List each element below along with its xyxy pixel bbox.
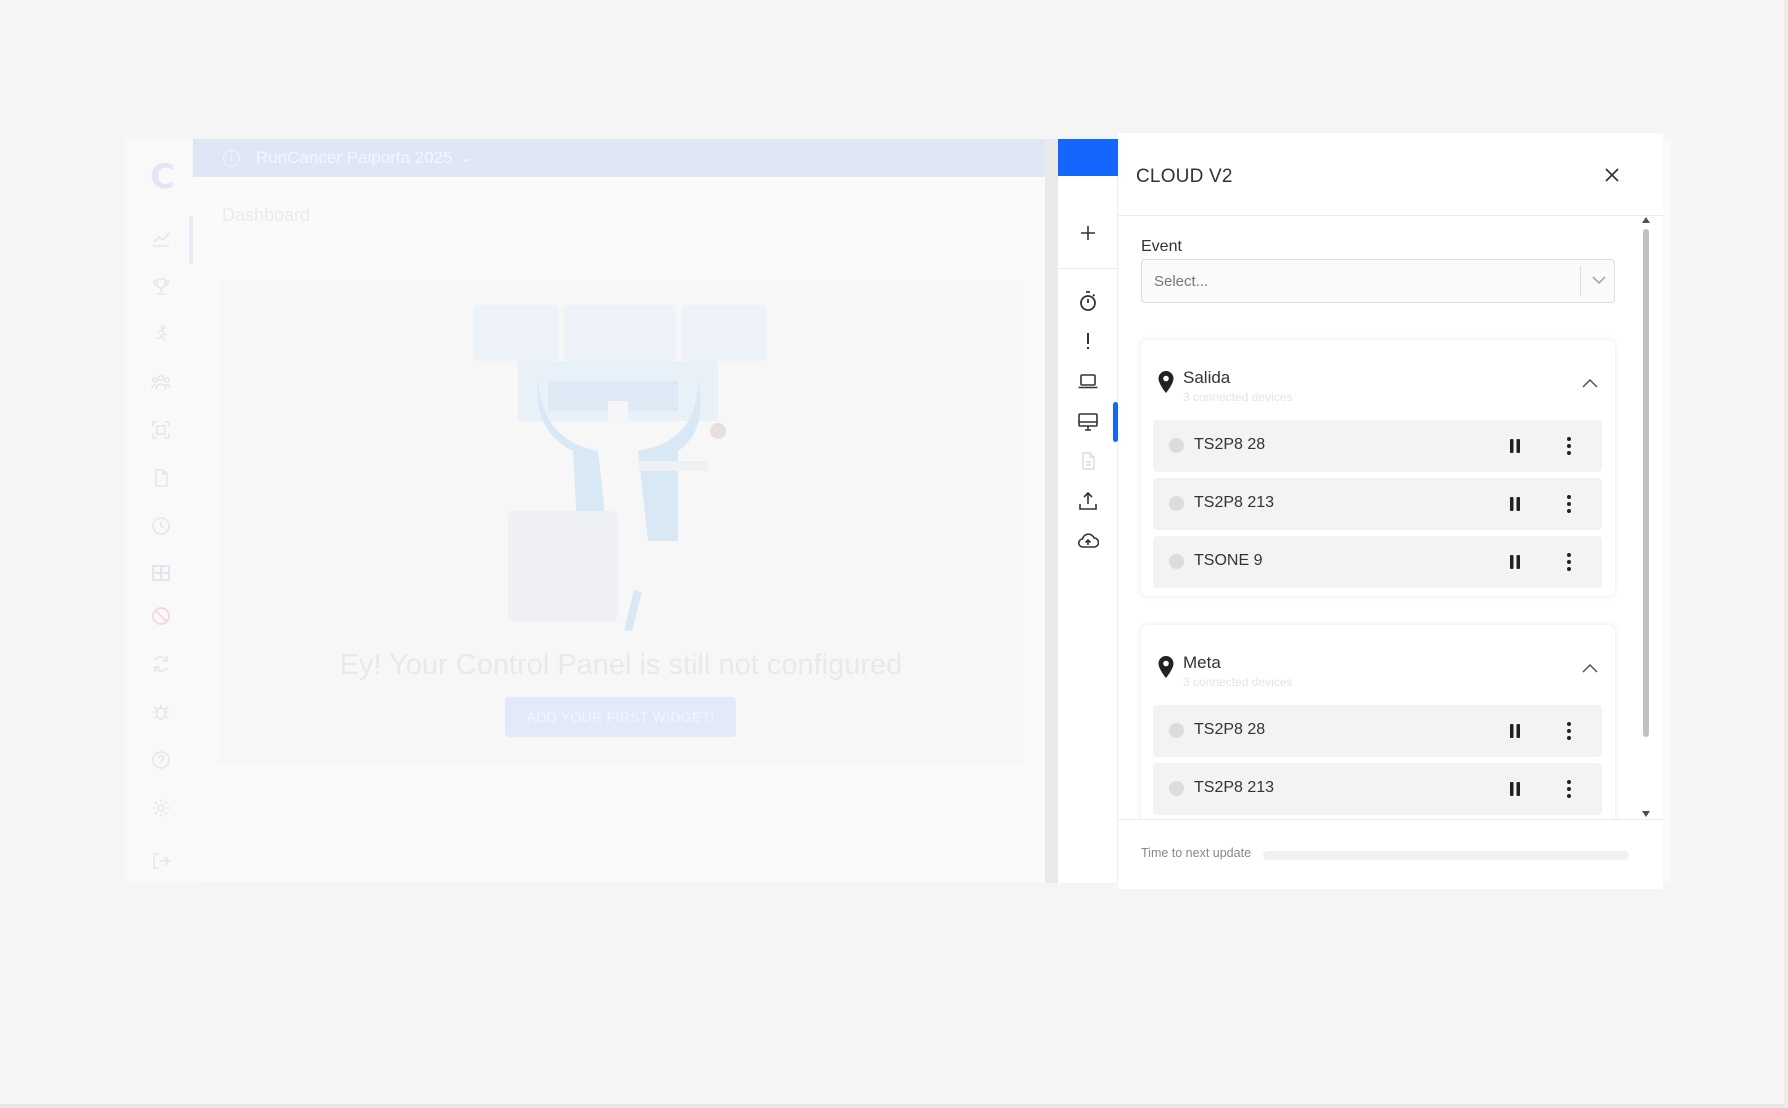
panel-scroll-area[interactable]: Event Select... Salida 3 connected devic… [1118,217,1663,819]
device-name: TS2P8 213 [1194,779,1275,796]
stopwatch-tool-icon[interactable] [1075,288,1101,314]
bug-icon[interactable] [150,701,172,723]
device-name: TSONE 9 [1194,552,1263,569]
laptop-tool-icon[interactable] [1075,368,1101,394]
logout-icon[interactable] [150,850,172,872]
status-dot [1169,723,1184,738]
select-divider [1580,266,1581,296]
upload-tool-icon[interactable] [1075,488,1101,514]
group-icon[interactable] [150,371,172,393]
illustration-thumb [681,305,767,361]
chevron-up-icon[interactable] [1580,373,1600,393]
panel-header: CLOUD V2 [1118,133,1663,216]
illustration-thumb [564,305,676,361]
tool-separator [1058,268,1118,269]
event-select-placeholder: Select... [1154,272,1209,290]
cloud-panel: CLOUD V2 Event Select... Salida 3 connec… [1118,133,1663,889]
device-name: TS2P8 28 [1194,436,1266,453]
more-options-icon[interactable] [1559,720,1579,742]
pause-icon[interactable] [1506,437,1524,455]
device-row[interactable]: TS2P8 213 [1153,478,1602,530]
panel-footer: Time to next update [1118,819,1663,889]
add-tool-icon[interactable] [1075,220,1101,246]
panel-title: CLOUD V2 [1136,166,1233,187]
event-name[interactable]: RunCancer Paiporta 2025 [256,148,453,168]
group-device-count: 3 connected devices [1183,675,1293,689]
document-tool-icon[interactable] [1075,448,1101,474]
update-progress-bar [1263,851,1629,860]
pause-icon[interactable] [1506,553,1524,571]
group-name: Salida [1183,368,1231,387]
runner-icon[interactable] [150,323,172,345]
close-button[interactable] [1596,159,1628,191]
panel-shadow-strip [1045,139,1058,883]
scroll-up-arrow[interactable] [1642,217,1650,223]
chart-icon[interactable] [150,227,172,249]
more-options-icon[interactable] [1559,493,1579,515]
more-options-icon[interactable] [1559,778,1579,800]
monitor-tool-icon[interactable] [1075,409,1101,435]
grid-icon[interactable] [150,562,172,584]
device-row[interactable]: TSONE 9 [1153,536,1602,588]
empty-dashboard-card: Ey! Your Control Panel is still not conf… [218,279,1024,765]
status-dot [1169,781,1184,796]
settings-icon[interactable] [150,797,172,819]
status-dot [1169,554,1184,569]
trophy-icon[interactable] [150,275,172,297]
status-dot [1169,438,1184,453]
status-dot [1169,496,1184,511]
illustration-thumb [473,305,559,361]
info-icon[interactable]: i [223,149,240,167]
window-border [1784,0,1788,1108]
main-sidebar: C [125,139,193,883]
top-bar: i RunCancer Paiporta 2025 ⌄ [193,139,1046,177]
app-logo: C [150,157,175,197]
group-name: Meta [1183,653,1221,672]
scroll-down-arrow[interactable] [1642,811,1650,817]
panel-scrollbar[interactable] [1641,217,1651,819]
scan-icon[interactable] [150,419,172,441]
empty-state-message: Ey! Your Control Panel is still not conf… [339,649,903,681]
cloud-upload-tool-icon[interactable] [1075,528,1101,554]
alert-tool-icon[interactable] [1075,328,1101,354]
location-group-meta: Meta 3 connected devices TS2P8 28 TS2P8 … [1141,625,1615,819]
file-icon[interactable] [150,467,172,489]
pause-icon[interactable] [1506,495,1524,513]
pause-icon[interactable] [1506,722,1524,740]
location-group-salida: Salida 3 connected devices TS2P8 28 TS2P… [1141,340,1615,596]
event-select[interactable]: Select... [1141,259,1615,303]
chevron-up-icon[interactable] [1580,658,1600,678]
group-device-count: 3 connected devices [1183,390,1293,404]
window-border [0,1104,1788,1108]
pause-icon[interactable] [1506,780,1524,798]
scrollbar-thumb[interactable] [1643,229,1649,737]
add-first-widget-button[interactable]: ADD YOUR FIRST WIDGET! [505,697,736,737]
close-icon [1605,168,1619,182]
update-timer-label: Time to next update [1141,846,1252,860]
refresh-icon[interactable] [150,653,172,675]
location-pin-icon [1158,656,1174,678]
location-pin-icon [1158,371,1174,393]
page-title: Dashboard [222,205,311,225]
device-name: TS2P8 213 [1194,494,1275,511]
device-row[interactable]: TS2P8 28 [1153,705,1602,757]
chevron-down-icon[interactable]: ⌄ [461,150,473,166]
panel-tool-rail [1058,176,1118,883]
more-options-icon[interactable] [1559,551,1579,573]
device-row[interactable]: TS2P8 28 [1153,420,1602,472]
more-options-icon[interactable] [1559,435,1579,457]
sidebar-active-indicator [189,216,193,264]
event-label: Event [1141,238,1182,255]
device-name: TS2P8 28 [1194,721,1266,738]
empty-state-illustration [508,361,726,631]
help-icon[interactable] [150,749,172,771]
ban-icon[interactable] [150,605,172,627]
clock-icon[interactable] [150,515,172,537]
chevron-down-icon[interactable] [1589,270,1609,290]
device-row[interactable]: TS2P8 213 [1153,763,1602,815]
